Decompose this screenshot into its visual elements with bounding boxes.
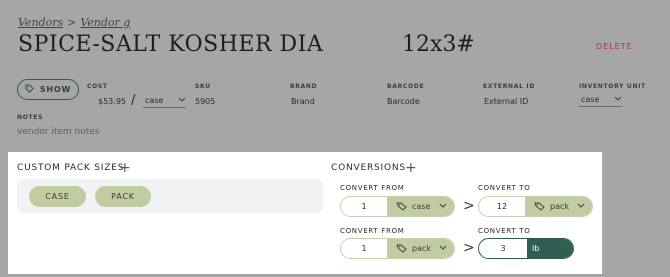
tag-icon [396, 243, 407, 255]
convert-to-group: 3 lb [478, 238, 574, 259]
item-size: 12x3# [402, 32, 475, 57]
cost-value: $53.95 [98, 97, 126, 106]
convert-from-unit-select[interactable]: case [387, 197, 454, 216]
cost-unit-select[interactable]: case [143, 94, 186, 108]
convert-to-qty-input[interactable]: 3 [479, 239, 527, 258]
convert-from-group: 1 pack [340, 238, 455, 259]
chevron-right-icon: > [463, 198, 475, 214]
conversions-title: CONVERSIONS [331, 163, 406, 173]
notes-label: NOTES [17, 114, 44, 121]
sku-label: SKU [195, 83, 211, 90]
chevron-down-icon [439, 202, 447, 211]
brand-input[interactable]: Brand [291, 97, 315, 106]
chevron-down-icon [614, 95, 622, 104]
convert-to-unit-value: lb [532, 244, 540, 253]
convert-from-label: CONVERT FROM [340, 227, 405, 235]
tag-icon [396, 201, 407, 213]
delete-button[interactable]: DELETE [596, 42, 633, 51]
convert-to-unit-field[interactable]: lb [527, 239, 573, 258]
convert-from-unit-value: case [412, 202, 431, 211]
tag-icon [25, 84, 34, 95]
convert-to-group: 12 pack [478, 196, 593, 217]
brand-label: BRAND [290, 83, 318, 90]
breadcrumb-separator: > [67, 16, 77, 29]
add-conversion-button[interactable]: + [405, 161, 417, 175]
add-pack-size-button[interactable]: + [119, 161, 131, 175]
convert-from-group: 1 case [340, 196, 455, 217]
chevron-right-icon: > [463, 240, 475, 256]
breadcrumb: Vendors > Vendor g [18, 16, 130, 29]
chevron-down-icon [577, 202, 585, 211]
chevron-down-icon [178, 96, 186, 105]
custom-pack-sizes-title: CUSTOM PACK SIZES [17, 163, 125, 173]
inventory-unit-value: case [581, 95, 600, 104]
convert-to-label: CONVERT TO [478, 184, 531, 192]
show-button[interactable]: SHOW [17, 79, 79, 100]
pack-pill-pack[interactable]: PACK [95, 186, 151, 207]
pack-pill-case[interactable]: CASE [29, 186, 86, 207]
page-title: SPICE-SALT KOSHER DIA [18, 32, 324, 57]
breadcrumb-vendors-link[interactable]: Vendors [18, 16, 63, 29]
sku-value[interactable]: 5905 [195, 97, 215, 106]
notes-input[interactable]: vendor item notes [17, 127, 100, 137]
convert-to-unit-select[interactable]: pack [525, 197, 592, 216]
chevron-down-icon [439, 244, 447, 253]
external-id-label: EXTERNAL ID [483, 83, 536, 90]
barcode-input[interactable]: Barcode [387, 97, 420, 106]
external-id-input[interactable]: External ID [484, 97, 528, 106]
convert-to-qty-input[interactable]: 12 [479, 197, 525, 216]
convert-to-label: CONVERT TO [478, 227, 531, 235]
inventory-unit-select[interactable]: case [579, 93, 622, 107]
cost-slash: / [131, 93, 136, 108]
breadcrumb-vendor-link[interactable]: Vendor g [80, 16, 130, 29]
inventory-unit-label: INVENTORY UNIT [579, 83, 646, 90]
show-button-label: SHOW [39, 85, 72, 94]
convert-from-unit-select[interactable]: pack [387, 239, 454, 258]
convert-from-unit-value: pack [412, 244, 432, 253]
convert-from-label: CONVERT FROM [340, 184, 405, 192]
convert-from-qty-input[interactable]: 1 [341, 197, 387, 216]
cost-unit-value: case [145, 96, 164, 105]
cost-label: COST [87, 83, 108, 90]
convert-to-unit-value: pack [550, 202, 570, 211]
barcode-label: BARCODE [387, 83, 425, 90]
tag-icon [534, 201, 545, 213]
convert-from-qty-input[interactable]: 1 [341, 239, 387, 258]
